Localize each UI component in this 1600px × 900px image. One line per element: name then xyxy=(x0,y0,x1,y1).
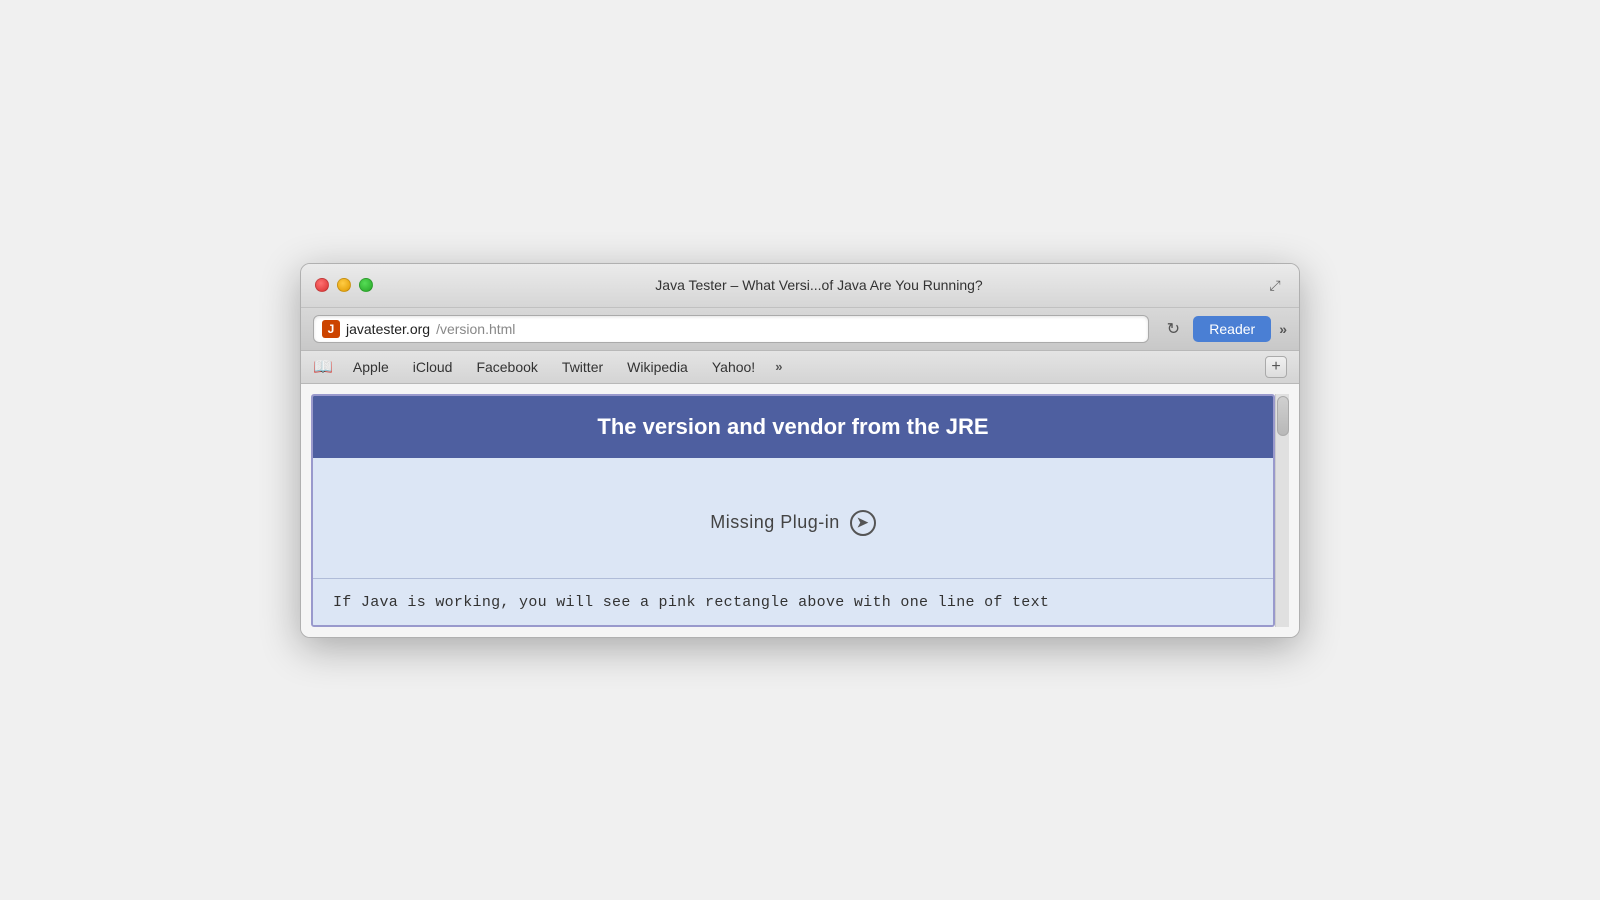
scrollbar-track[interactable] xyxy=(1275,394,1289,627)
traffic-lights xyxy=(315,278,373,292)
page-footer: If Java is working, you will see a pink … xyxy=(313,578,1273,625)
page-content: The version and vendor from the JRE Miss… xyxy=(311,394,1275,627)
bookmark-twitter[interactable]: Twitter xyxy=(552,356,613,378)
page-header-text: The version and vendor from the JRE xyxy=(597,414,988,439)
expand-button[interactable]: ⤢ xyxy=(1265,275,1285,295)
plugin-arrow-icon: ➤ xyxy=(850,510,876,536)
url-path: /version.html xyxy=(436,321,515,337)
title-bar: Java Tester – What Versi...of Java Are Y… xyxy=(301,264,1299,308)
close-button[interactable] xyxy=(315,278,329,292)
bookmarks-overflow-button[interactable]: » xyxy=(769,356,788,377)
browser-window: Java Tester – What Versi...of Java Are Y… xyxy=(300,263,1300,638)
bookmark-apple[interactable]: Apple xyxy=(343,356,399,378)
bookmark-facebook[interactable]: Facebook xyxy=(466,356,547,378)
bookmarks-icon[interactable]: 📖 xyxy=(313,357,333,377)
page-body: Missing Plug-in ➤ xyxy=(313,458,1273,578)
url-bar[interactable]: J javatester.org /version.html xyxy=(313,315,1149,343)
maximize-button[interactable] xyxy=(359,278,373,292)
minimize-button[interactable] xyxy=(337,278,351,292)
reader-button[interactable]: Reader xyxy=(1193,316,1271,342)
url-domain: javatester.org xyxy=(346,321,430,337)
scrollbar-thumb[interactable] xyxy=(1277,396,1289,436)
favicon: J xyxy=(322,320,340,338)
window-title: Java Tester – What Versi...of Java Are Y… xyxy=(373,277,1265,293)
missing-plugin-container: Missing Plug-in ➤ xyxy=(710,510,876,536)
content-area: The version and vendor from the JRE Miss… xyxy=(301,384,1299,637)
refresh-button[interactable]: ↻ xyxy=(1161,317,1185,341)
bookmark-wikipedia[interactable]: Wikipedia xyxy=(617,356,698,378)
page-footer-text: If Java is working, you will see a pink … xyxy=(333,594,1049,611)
bookmarks-bar: 📖 Apple iCloud Facebook Twitter Wikipedi… xyxy=(301,351,1299,384)
page-header: The version and vendor from the JRE xyxy=(313,396,1273,458)
bookmark-yahoo[interactable]: Yahoo! xyxy=(702,356,765,378)
missing-plugin-text: Missing Plug-in xyxy=(710,512,840,533)
address-bar: J javatester.org /version.html ↻ Reader … xyxy=(301,308,1299,351)
bookmark-icloud[interactable]: iCloud xyxy=(403,356,463,378)
new-tab-button[interactable]: + xyxy=(1265,356,1287,378)
address-overflow-button[interactable]: » xyxy=(1279,321,1287,337)
